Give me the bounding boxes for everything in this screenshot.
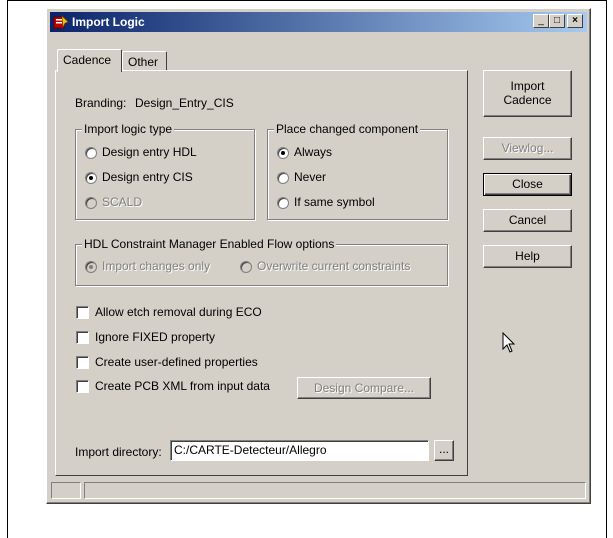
window-title: Import Logic <box>72 15 145 29</box>
create-user-defined-label: Create user-defined properties <box>95 355 258 369</box>
maximize-button[interactable]: □ <box>549 14 565 28</box>
viewlog-label: Viewlog... <box>501 141 554 155</box>
close-button[interactable]: Close <box>483 173 572 196</box>
help-button[interactable]: Help <box>483 245 572 268</box>
always-label: Always <box>294 145 333 159</box>
import-changes-only-label: Import changes only <box>102 259 211 273</box>
ignore-fixed-checkbox[interactable] <box>76 331 89 344</box>
tab-cadence[interactable]: Cadence <box>57 49 122 72</box>
minimize-button[interactable]: _ <box>533 14 549 28</box>
import-cadence-line1: Import <box>510 79 545 93</box>
close-window-button[interactable]: × <box>567 14 583 28</box>
branding-value: Design_Entry_CIS <box>135 96 234 110</box>
backdrop-top-border <box>7 0 607 1</box>
overwrite-constraints-label: Overwrite current constraints <box>257 259 411 273</box>
import-changes-only-radio[interactable] <box>85 261 97 273</box>
browse-button[interactable]: ... <box>434 440 454 461</box>
design-entry-cis-label: Design entry CIS <box>102 170 193 184</box>
scald-radio[interactable] <box>85 197 97 209</box>
hdl-constraint-group: HDL Constraint Manager Enabled Flow opti… <box>75 237 448 286</box>
import-logic-type-title: Import logic type <box>82 122 175 136</box>
design-entry-hdl-radio[interactable] <box>85 147 97 159</box>
title-bar[interactable]: Import Logic _ □ × <box>50 12 587 32</box>
place-changed-component-group: Place changed component Always Never If … <box>267 122 448 220</box>
design-entry-cis-radio[interactable] <box>85 172 97 184</box>
if-same-symbol-radio[interactable] <box>277 197 289 209</box>
viewlog-button[interactable]: Viewlog... <box>483 137 572 160</box>
create-pcb-xml-checkbox[interactable] <box>76 380 89 393</box>
import-directory-input[interactable]: C:/CARTE-Detecteur/Allegro <box>170 440 429 461</box>
import-directory-label: Import directory: <box>75 445 162 459</box>
status-pane-main <box>84 482 586 499</box>
import-logic-type-group: Import logic type Design entry HDL Desig… <box>75 122 255 220</box>
help-label: Help <box>515 249 540 263</box>
mouse-cursor-icon <box>502 332 516 353</box>
import-directory-value: C:/CARTE-Detecteur/Allegro <box>174 443 327 457</box>
backdrop-right-border <box>606 0 607 538</box>
design-entry-hdl-label: Design entry HDL <box>102 145 197 159</box>
close-label: Close <box>512 177 543 191</box>
never-radio[interactable] <box>277 172 289 184</box>
cadence-tab-panel: Branding: Design_Entry_CIS Import logic … <box>55 70 468 476</box>
branding-label: Branding: <box>75 96 127 110</box>
tab-other-label: Other <box>128 55 159 69</box>
design-compare-label: Design Compare... <box>313 381 415 395</box>
tab-other[interactable]: Other <box>122 51 167 71</box>
scald-label: SCALD <box>102 195 143 209</box>
app-icon <box>53 15 69 29</box>
create-user-defined-checkbox[interactable] <box>76 356 89 369</box>
browse-icon: ... <box>438 442 449 456</box>
place-changed-component-title: Place changed component <box>274 122 421 136</box>
cancel-label: Cancel <box>508 213 547 227</box>
ignore-fixed-label: Ignore FIXED property <box>95 330 216 344</box>
backdrop-left-border <box>7 0 8 538</box>
if-same-symbol-label: If same symbol <box>294 195 375 209</box>
import-cadence-button[interactable]: Import Cadence <box>483 70 572 117</box>
import-cadence-line2: Cadence <box>503 93 552 107</box>
design-compare-button[interactable]: Design Compare... <box>297 377 431 399</box>
close-icon: × <box>572 15 578 26</box>
allow-etch-removal-label: Allow etch removal during ECO <box>95 305 262 319</box>
maximize-icon: □ <box>553 15 561 26</box>
tab-cadence-label: Cadence <box>63 53 112 67</box>
hdl-constraint-title: HDL Constraint Manager Enabled Flow opti… <box>82 237 337 251</box>
status-bar <box>51 482 586 499</box>
overwrite-constraints-radio[interactable] <box>240 261 252 273</box>
create-pcb-xml-label: Create PCB XML from input data <box>95 379 270 393</box>
minimize-icon: _ <box>538 15 544 26</box>
allow-etch-removal-checkbox[interactable] <box>76 306 89 319</box>
never-label: Never <box>294 170 327 184</box>
cancel-button[interactable]: Cancel <box>483 209 572 232</box>
import-logic-dialog: Import Logic _ □ × Cadence Other Brandin… <box>46 8 591 504</box>
always-radio[interactable] <box>277 147 289 159</box>
status-pane-left <box>51 482 81 499</box>
